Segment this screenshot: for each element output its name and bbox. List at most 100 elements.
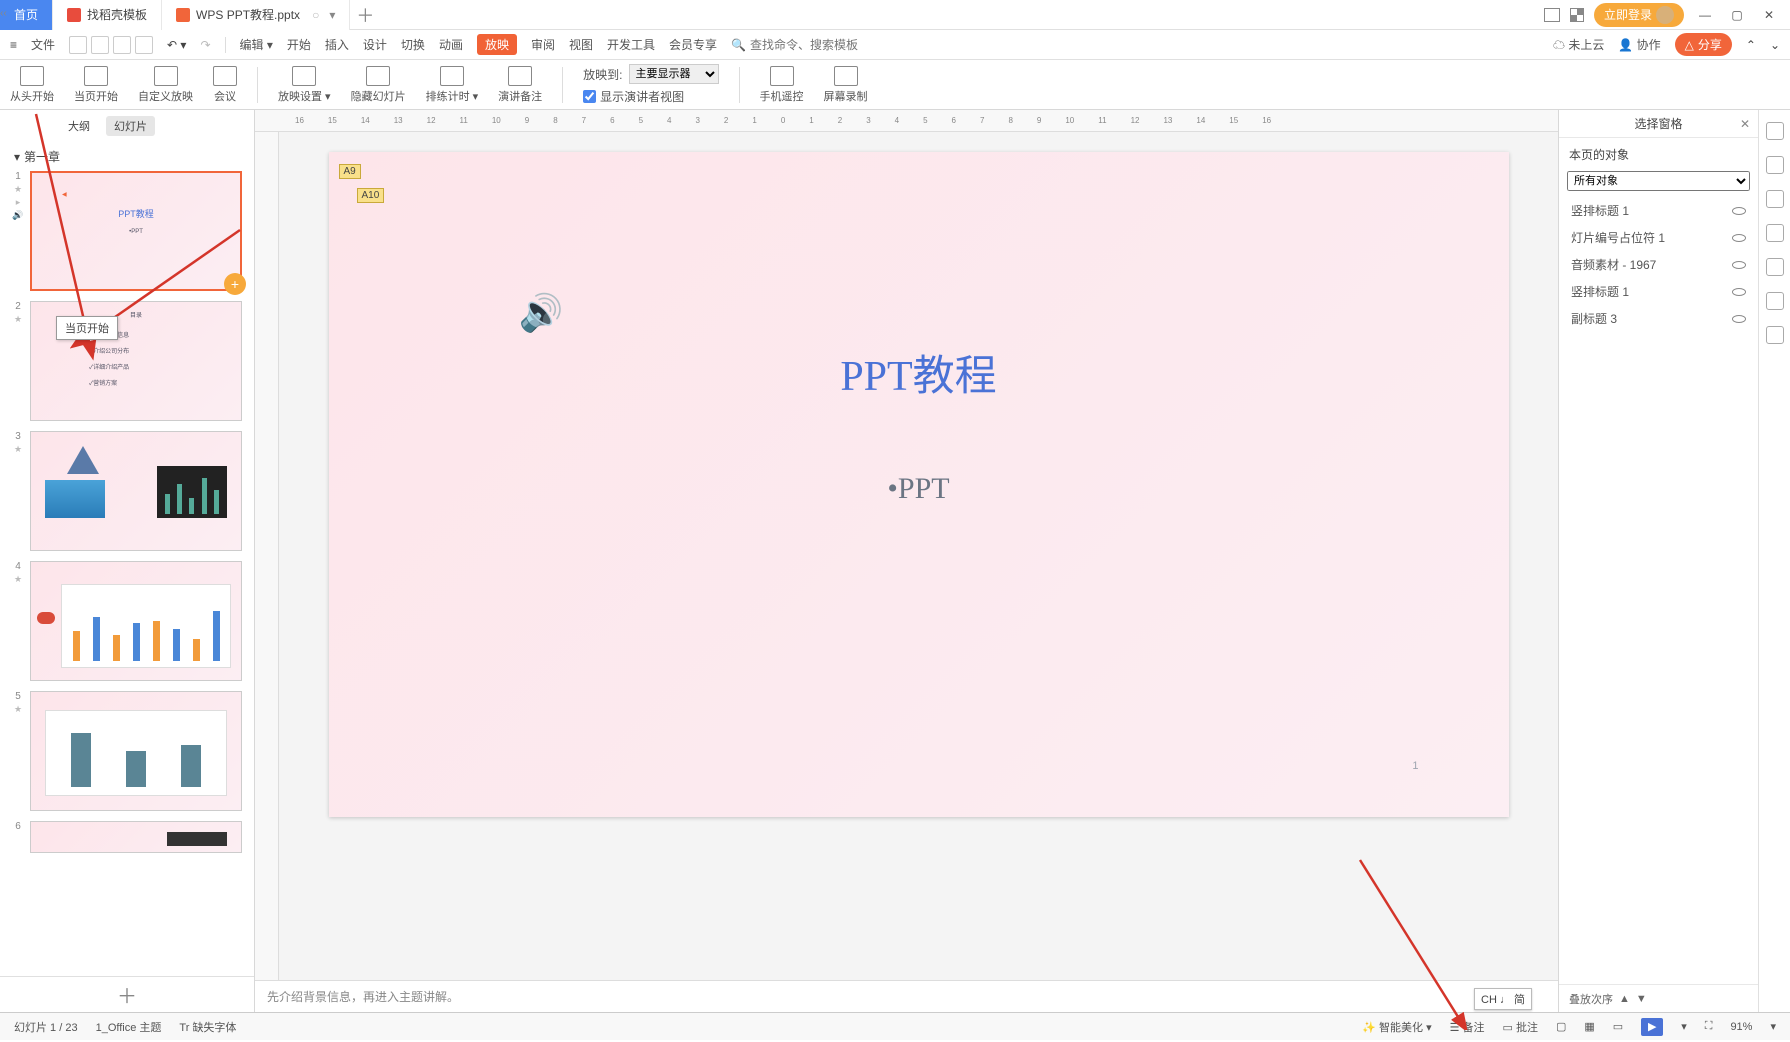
menu-design[interactable]: 设计 <box>363 36 387 53</box>
menu-edit[interactable]: 编辑 ▾ <box>240 36 273 53</box>
layout-icon[interactable] <box>1544 8 1560 22</box>
add-slide-button[interactable]: ＋ <box>0 976 254 1012</box>
meeting-button[interactable]: 会议 <box>213 66 237 104</box>
slide-thumb-4[interactable]: 4★ <box>12 561 242 681</box>
qa-save-icon[interactable] <box>69 36 87 54</box>
speaker-notes-button[interactable]: 演讲备注 <box>498 66 542 104</box>
from-beginning-button[interactable]: 从头开始 <box>10 66 54 104</box>
login-button[interactable]: 立即登录 <box>1594 3 1684 27</box>
view-reading-icon[interactable]: ▭ <box>1613 1020 1623 1033</box>
cloud-status[interactable]: ☁ 未上云 <box>1553 36 1604 53</box>
object-item[interactable]: 音频素材 - 1967 <box>1559 251 1758 278</box>
sidetool-5-icon[interactable] <box>1766 258 1784 276</box>
from-current-button[interactable]: 当页开始 <box>74 66 118 104</box>
menu-review[interactable]: 审阅 <box>531 36 555 53</box>
sidetool-6-icon[interactable] <box>1766 292 1784 310</box>
move-up-icon[interactable]: ▲ <box>1619 993 1630 1005</box>
coop-button[interactable]: 👤 协作 <box>1618 36 1660 53</box>
menu-transition[interactable]: 切换 <box>401 36 425 53</box>
menu-slideshow[interactable]: 放映 <box>477 34 517 55</box>
slide-thumb-6[interactable]: 6 <box>12 821 242 853</box>
visibility-icon[interactable] <box>1732 261 1746 269</box>
move-down-icon[interactable]: ▼ <box>1636 993 1647 1005</box>
menu-start[interactable]: 开始 <box>287 36 311 53</box>
ribbon-options-icon[interactable]: ⌄ <box>1770 38 1780 52</box>
sidetool-1-icon[interactable] <box>1766 122 1784 140</box>
sidetool-4-icon[interactable] <box>1766 224 1784 242</box>
zoom-level[interactable]: 91% <box>1730 1021 1752 1033</box>
object-item[interactable]: 竖排标题 1 <box>1559 197 1758 224</box>
qa-print-icon[interactable] <box>91 36 109 54</box>
audio-icon[interactable]: 🔊 <box>519 292 564 334</box>
phone-remote-button[interactable]: 手机遥控 <box>760 66 804 104</box>
zoom-dropdown-icon[interactable]: ▾ <box>1770 1020 1776 1033</box>
outline-tab[interactable]: 大纲 <box>60 116 98 136</box>
rehearse-button[interactable]: 排练计时 ▾ <box>426 66 479 104</box>
comments-toggle[interactable]: ▭ 批注 <box>1503 1019 1538 1035</box>
slide-title[interactable]: PPT教程 <box>329 342 1509 403</box>
close-button[interactable]: ✕ <box>1758 4 1780 26</box>
sidetool-7-icon[interactable] <box>1766 326 1784 344</box>
slide-thumb-2[interactable]: 2★ 目录 ✓介绍基本信息 ✓介绍公司分布 ✓详细介绍产品 ✓营销方案 <box>12 301 242 421</box>
qa-refresh-icon[interactable] <box>135 36 153 54</box>
menu-insert[interactable]: 插入 <box>325 36 349 53</box>
slide-thumb-1[interactable]: 1★▸🔊 PPT教程•PPT◀ + <box>12 171 242 291</box>
maximize-button[interactable]: ▢ <box>1726 4 1748 26</box>
object-item[interactable]: 副标题 3 <box>1559 305 1758 332</box>
object-item[interactable]: 灯片编号占位符 1 <box>1559 224 1758 251</box>
comment-tag-a9[interactable]: A9 <box>339 164 361 179</box>
tab-document[interactable]: WPS PPT教程.pptx○▾ <box>162 0 350 30</box>
slides-tab[interactable]: 幻灯片 <box>106 116 155 136</box>
undo-icon[interactable]: ↶ ▾ <box>167 38 186 52</box>
theme-name[interactable]: 1_Office 主题 <box>96 1019 162 1035</box>
object-item[interactable]: 竖排标题 1 <box>1559 278 1758 305</box>
view-normal-icon[interactable]: ▢ <box>1556 1020 1566 1033</box>
show-settings-button[interactable]: 放映设置 ▾ <box>278 66 331 104</box>
slide-thumb-3[interactable]: 3★ <box>12 431 242 551</box>
search-input[interactable] <box>750 38 880 52</box>
slide-subtitle[interactable]: •PPT <box>329 472 1509 506</box>
sidetool-3-icon[interactable] <box>1766 190 1784 208</box>
tab-template[interactable]: 找稻壳模板 <box>53 0 162 30</box>
menu-devtools[interactable]: 开发工具 <box>607 36 655 53</box>
screen-record-button[interactable]: 屏幕录制 <box>824 66 868 104</box>
visibility-icon[interactable] <box>1732 234 1746 242</box>
collapse-left-icon[interactable]: ‹‹ <box>0 8 14 22</box>
command-search[interactable]: 🔍 <box>731 38 880 52</box>
sidetool-2-icon[interactable] <box>1766 156 1784 174</box>
hide-slide-button[interactable]: 隐藏幻灯片 <box>351 66 406 104</box>
menu-member[interactable]: 会员专享 <box>669 36 717 53</box>
share-button[interactable]: △ 分享 <box>1675 33 1732 56</box>
slide-thumb-5[interactable]: 5★ <box>12 691 242 811</box>
grid-icon[interactable] <box>1570 8 1584 22</box>
visibility-icon[interactable] <box>1732 288 1746 296</box>
menu-view[interactable]: 视图 <box>569 36 593 53</box>
app-menu-icon[interactable]: ≡ <box>10 38 17 52</box>
menu-animation[interactable]: 动画 <box>439 36 463 53</box>
play-dropdown-icon[interactable]: ▾ <box>1681 1020 1687 1033</box>
tab-close-icon[interactable]: ▾ <box>329 8 335 22</box>
chapter-header[interactable]: ▾第一章 <box>0 142 254 171</box>
new-tab-button[interactable]: ＋ <box>350 2 380 28</box>
slideshow-play-button[interactable]: ▶ <box>1641 1018 1663 1036</box>
add-slide-icon[interactable]: + <box>224 273 246 295</box>
close-pane-icon[interactable]: ✕ <box>1740 117 1750 131</box>
view-sorter-icon[interactable]: ▦ <box>1584 1020 1594 1033</box>
object-filter-select[interactable]: 所有对象 <box>1567 171 1750 191</box>
smart-beautify-button[interactable]: ✨ 智能美化 ▾ <box>1362 1019 1431 1035</box>
qa-preview-icon[interactable] <box>113 36 131 54</box>
monitor-select[interactable]: 主要显示器 <box>629 64 719 84</box>
notes-toggle[interactable]: ☰ 备注 <box>1450 1019 1485 1035</box>
custom-show-button[interactable]: 自定义放映 <box>138 66 193 104</box>
missing-font-button[interactable]: Tr 缺失字体 <box>179 1019 236 1035</box>
fit-icon[interactable]: ⛶ <box>1705 1020 1713 1033</box>
visibility-icon[interactable] <box>1732 207 1746 215</box>
notes-bar[interactable]: 先介绍背景信息，再进入主题讲解。 <box>255 980 1558 1012</box>
minimize-button[interactable]: — <box>1694 4 1716 26</box>
redo-icon[interactable]: ↷ <box>200 38 210 52</box>
presenter-view-checkbox[interactable]: 显示演讲者视图 <box>583 88 718 105</box>
visibility-icon[interactable] <box>1732 315 1746 323</box>
collapse-ribbon-icon[interactable]: ⌃ <box>1746 38 1756 52</box>
file-menu[interactable]: 文件 <box>31 36 55 53</box>
comment-tag-a10[interactable]: A10 <box>357 188 385 203</box>
